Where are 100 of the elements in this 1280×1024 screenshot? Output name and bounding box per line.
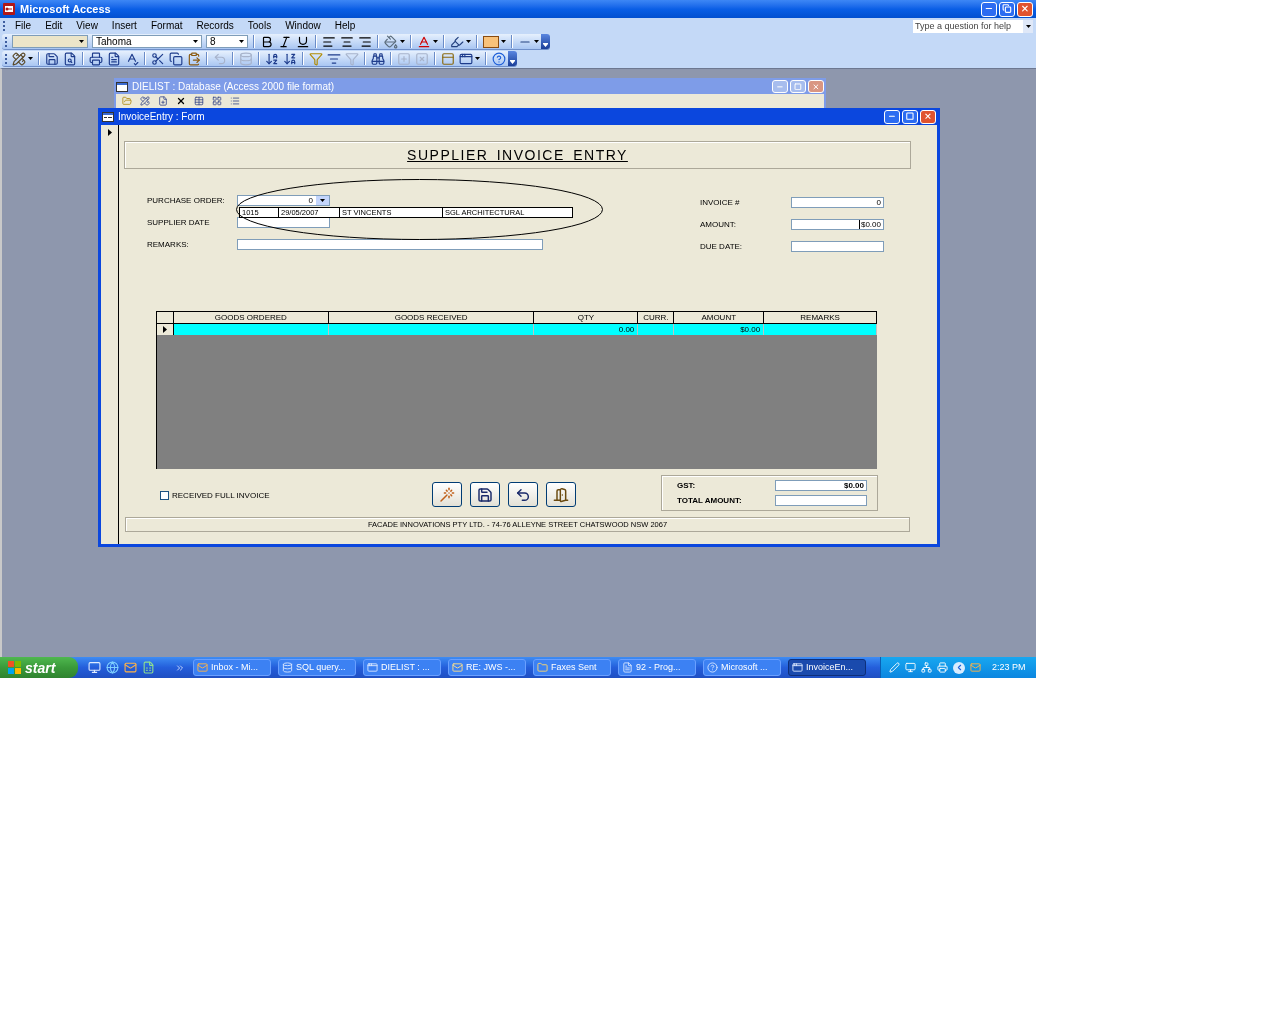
new-file-icon[interactable] <box>158 96 168 106</box>
taskbar-button[interactable]: Inbox - Mi... <box>193 659 271 676</box>
grid-view-icon[interactable] <box>212 96 222 106</box>
print-icon[interactable] <box>89 51 103 66</box>
minimize-button[interactable] <box>884 109 900 124</box>
combo-box[interactable]: 0 <box>237 195 330 206</box>
cut-icon[interactable] <box>151 51 165 66</box>
taskbar-button[interactable]: InvoiceEn... <box>788 659 866 676</box>
restore-button[interactable] <box>999 1 1015 17</box>
help-icon[interactable] <box>492 51 506 66</box>
table-cell[interactable]: 0.00 <box>534 324 639 335</box>
save-icon[interactable] <box>45 51 59 66</box>
caret-icon[interactable] <box>239 40 244 43</box>
font-combo[interactable]: Tahoma <box>92 35 202 48</box>
column-header[interactable]: QTY <box>534 312 639 323</box>
taskbar-button[interactable]: SQL query... <box>278 659 356 676</box>
taskbar-button[interactable]: Faxes Sent <box>533 659 611 676</box>
minimize-button[interactable] <box>981 1 997 17</box>
database-window-icon[interactable] <box>441 51 455 66</box>
bold-icon[interactable] <box>260 34 274 49</box>
chevrons-right-icon[interactable] <box>175 662 185 673</box>
font-size-combo[interactable]: 8 <box>206 35 248 48</box>
taskbar-button[interactable]: RE: JWS -... <box>448 659 526 676</box>
taskbar-button[interactable]: Microsoft ... <box>703 659 781 676</box>
menu-item[interactable]: File <box>8 21 39 31</box>
taskbar-button[interactable]: 92 - Prog... <box>618 659 696 676</box>
border-color-icon[interactable] <box>483 35 499 48</box>
column-header[interactable]: GOODS RECEIVED <box>328 312 535 323</box>
font-color-icon[interactable] <box>417 34 431 49</box>
text-field[interactable] <box>775 495 867 506</box>
save-button[interactable] <box>470 482 500 507</box>
sort-ascending-icon[interactable] <box>265 51 279 66</box>
globe-icon[interactable] <box>106 661 119 674</box>
desktop-icon[interactable] <box>88 661 101 674</box>
caret-icon[interactable] <box>193 40 198 43</box>
align-center-icon[interactable] <box>340 34 354 49</box>
close-button[interactable] <box>920 109 936 124</box>
caret-icon[interactable] <box>475 57 480 60</box>
menu-item[interactable]: Records <box>189 21 241 31</box>
undo-button[interactable] <box>508 482 538 507</box>
text-field[interactable]: 0 <box>791 197 884 208</box>
menu-item[interactable]: View <box>69 21 105 31</box>
mail-icon[interactable] <box>124 661 137 674</box>
exit-door-button[interactable] <box>546 482 576 507</box>
checkbox[interactable] <box>160 491 169 500</box>
column-header[interactable]: AMOUNT <box>674 312 765 323</box>
close-button[interactable] <box>1017 1 1033 17</box>
menu-item[interactable]: Format <box>143 21 190 31</box>
toolbar-options-button[interactable] <box>541 34 550 49</box>
new-object-icon[interactable] <box>459 51 473 66</box>
caret-icon[interactable] <box>320 199 325 202</box>
wand-button[interactable] <box>432 482 462 507</box>
find-icon[interactable] <box>371 51 385 66</box>
align-left-icon[interactable] <box>322 34 336 49</box>
design-icon[interactable] <box>140 96 150 106</box>
datasheet-row[interactable]: 0.00 $0.00 <box>157 324 877 336</box>
menu-item[interactable]: Edit <box>38 21 70 31</box>
design-view-icon[interactable] <box>12 51 26 66</box>
italic-icon[interactable] <box>278 34 292 49</box>
show-hidden-icons-button[interactable] <box>953 661 965 674</box>
printer-icon[interactable] <box>937 662 948 673</box>
spelling-icon[interactable] <box>125 51 139 66</box>
text-field[interactable] <box>791 241 884 252</box>
text-field[interactable]: $0.00 <box>791 219 884 230</box>
column-header[interactable]: REMARKS <box>764 312 877 323</box>
help-question-field[interactable]: Type a question for help <box>913 19 1033 33</box>
maximize-button[interactable] <box>902 109 918 124</box>
line-color-icon[interactable] <box>450 34 464 49</box>
caret-icon[interactable] <box>466 40 471 43</box>
column-header[interactable]: CURR. <box>638 312 675 323</box>
copy-icon[interactable] <box>169 51 183 66</box>
caret-icon[interactable] <box>501 40 506 43</box>
fill-color-icon[interactable] <box>384 34 398 49</box>
paste-icon[interactable] <box>187 51 201 66</box>
caret-icon[interactable] <box>1025 24 1031 28</box>
monitor-icon[interactable] <box>905 662 916 673</box>
caret-icon[interactable] <box>433 40 438 43</box>
delete-icon[interactable] <box>176 96 186 106</box>
table-cell[interactable]: $0.00 <box>674 324 765 335</box>
menu-item[interactable]: Help <box>327 21 363 31</box>
file-search-icon[interactable] <box>63 51 77 66</box>
toolbar-options-button[interactable] <box>508 51 517 66</box>
text-field[interactable] <box>237 239 543 250</box>
menu-item[interactable]: Tools <box>240 21 279 31</box>
filter-list-icon[interactable] <box>327 51 341 66</box>
column-header[interactable]: GOODS ORDERED <box>174 312 329 323</box>
sort-descending-icon[interactable] <box>283 51 297 66</box>
caret-icon[interactable] <box>79 40 84 43</box>
spreadsheet-icon[interactable] <box>142 661 155 674</box>
caret-icon[interactable] <box>534 40 539 43</box>
pen-icon[interactable] <box>889 662 900 673</box>
underline-icon[interactable] <box>296 34 310 49</box>
row-selector[interactable] <box>157 324 174 335</box>
menu-item[interactable]: Window <box>278 21 328 31</box>
taskbar-button[interactable]: DIELIST : ... <box>363 659 441 676</box>
table-view-icon[interactable] <box>194 96 204 106</box>
dropdown-button[interactable] <box>316 196 329 205</box>
caret-icon[interactable] <box>28 57 33 60</box>
menu-item[interactable]: Insert <box>104 21 144 31</box>
start-button[interactable]: start <box>0 657 78 678</box>
